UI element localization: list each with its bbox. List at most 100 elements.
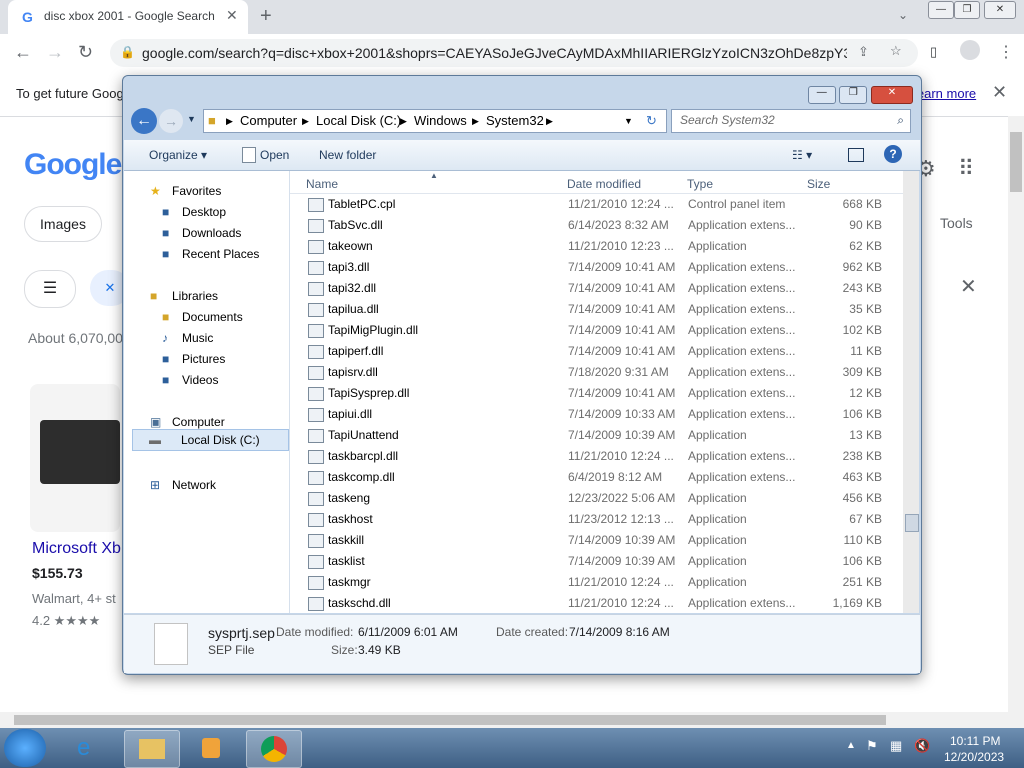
media-player-icon[interactable] — [184, 730, 238, 766]
file-row[interactable]: TabSvc.dll 6/14/2023 8:32 AM Application e… — [290, 215, 890, 236]
nav-network[interactable]: Network — [172, 478, 216, 492]
breadcrumb-computer[interactable]: Computer — [240, 113, 297, 128]
address-dropdown-icon[interactable]: ▼ — [624, 116, 633, 126]
chrome-menu-icon[interactable]: ⋮ — [998, 42, 1014, 62]
search-icon[interactable]: ⌕ — [897, 113, 904, 128]
file-name[interactable]: taskkill — [328, 533, 364, 547]
nav-videos[interactable]: Videos — [182, 373, 218, 387]
file-row[interactable]: tapiui.dll 7/14/2009 10:33 AM Application … — [290, 404, 890, 425]
window-close-button[interactable]: ✕ — [984, 1, 1016, 19]
nav-recent-places[interactable]: Recent Places — [182, 247, 259, 261]
file-list-scrollbar-thumb[interactable] — [905, 514, 919, 532]
forward-arrow-icon[interactable]: → — [46, 42, 64, 63]
file-name[interactable]: tapisrv.dll — [328, 365, 378, 379]
file-name[interactable]: tapi32.dll — [328, 281, 376, 295]
file-name[interactable]: tasklist — [328, 554, 365, 568]
file-name[interactable]: TapiUnattend — [328, 428, 399, 442]
file-row[interactable]: TapiMigPlugin.dll 7/14/2009 10:41 AM Appli… — [290, 320, 890, 341]
breadcrumb-system32[interactable]: System32 — [486, 113, 544, 128]
file-row[interactable]: tapiperf.dll 7/14/2009 10:41 AM Applicatio… — [290, 341, 890, 362]
file-list-scrollbar[interactable] — [903, 171, 919, 613]
file-row[interactable]: taskmgr 11/21/2010 12:24 ... Application 25… — [290, 572, 890, 593]
filter-sliders-icon[interactable]: ☰ — [24, 270, 76, 308]
nav-music[interactable]: Music — [182, 331, 213, 345]
nav-computer[interactable]: Computer — [172, 415, 225, 429]
file-name[interactable]: TapiMigPlugin.dll — [328, 323, 418, 337]
breadcrumb-chevron-icon[interactable]: ▶ — [226, 116, 233, 127]
refresh-icon[interactable]: ↻ — [646, 113, 657, 129]
file-name[interactable]: tapiperf.dll — [328, 344, 383, 358]
window-restore-button[interactable]: ❐ — [954, 1, 980, 19]
recent-pages-chevron-icon[interactable]: ▼ — [187, 114, 196, 124]
file-name[interactable]: taskschd.dll — [328, 596, 391, 610]
breadcrumb-windows[interactable]: Windows — [414, 113, 467, 128]
file-row[interactable]: TapiUnattend 7/14/2009 10:39 AM Applicatio… — [290, 425, 890, 446]
back-arrow-icon[interactable]: ← — [14, 42, 32, 63]
explorer-back-icon[interactable]: ← — [131, 108, 157, 134]
breadcrumb-chevron-icon[interactable]: ▶ — [546, 116, 553, 127]
images-chip[interactable]: Images — [24, 206, 102, 242]
page-scrollbar-thumb[interactable] — [1010, 132, 1022, 192]
start-button[interactable] — [4, 729, 46, 767]
file-name[interactable]: taskhost — [328, 512, 373, 526]
nav-documents[interactable]: Documents — [182, 310, 243, 324]
chrome-taskbar-icon[interactable] — [246, 730, 302, 768]
file-row[interactable]: taskbarcpl.dll 11/21/2010 12:24 ... Applic… — [290, 446, 890, 467]
panel-close-icon[interactable]: ✕ — [960, 274, 977, 299]
bookmark-star-icon[interactable]: ☆ — [890, 43, 902, 59]
nav-desktop[interactable]: Desktop — [182, 205, 226, 219]
file-name[interactable]: tapiui.dll — [328, 407, 372, 421]
open-button[interactable]: Open — [260, 148, 289, 162]
column-date-modified[interactable]: Date modified — [567, 177, 641, 191]
file-name[interactable]: tapi3.dll — [328, 260, 369, 274]
volume-muted-icon[interactable]: 🔇 — [914, 738, 930, 754]
product-title[interactable]: Microsoft Xb — [32, 540, 121, 558]
side-panel-icon[interactable]: ▯ — [930, 44, 937, 60]
new-tab-button[interactable]: + — [260, 5, 272, 28]
nav-favorites[interactable]: Favorites — [172, 184, 221, 198]
clock-time[interactable]: 10:11 PM — [950, 734, 1000, 748]
address-bar[interactable]: 🔒 google.com/search?q=disc+xbox+2001&sho… — [110, 39, 918, 67]
view-options-icon[interactable]: ☷ ▾ — [792, 148, 812, 162]
file-row[interactable]: taskkill 7/14/2009 10:39 AM Application 110… — [290, 530, 890, 551]
file-name[interactable]: taskeng — [328, 491, 370, 505]
column-type[interactable]: Type — [687, 177, 713, 191]
share-icon[interactable]: ⇪ — [858, 44, 869, 60]
nav-downloads[interactable]: Downloads — [182, 226, 241, 240]
infobar-close-icon[interactable]: ✕ — [992, 82, 1007, 103]
file-name[interactable]: taskmgr — [328, 575, 371, 589]
nav-local-disk-selected[interactable]: ▬ Local Disk (C:) — [132, 429, 289, 451]
file-row[interactable]: takeown 11/21/2010 12:23 ... Application 62… — [290, 236, 890, 257]
page-scrollbar[interactable] — [1008, 116, 1024, 712]
help-icon[interactable]: ? — [884, 145, 902, 163]
breadcrumb-local-disk[interactable]: Local Disk (C:) — [316, 113, 401, 128]
browser-tab[interactable]: G disc xbox 2001 - Google Search ✕ — [8, 0, 248, 34]
explorer-breadcrumb[interactable]: ■ ▶ Computer ▶ Local Disk (C:) ▶ Windows… — [203, 109, 667, 133]
explorer-forward-icon[interactable]: → — [159, 109, 183, 133]
internet-explorer-icon[interactable]: e — [62, 730, 116, 766]
file-name[interactable]: TabSvc.dll — [328, 218, 383, 232]
file-row[interactable]: taskhost 11/23/2012 12:13 ... Application 6… — [290, 509, 890, 530]
breadcrumb-chevron-icon[interactable]: ▶ — [472, 116, 479, 127]
column-size[interactable]: Size — [807, 177, 830, 191]
horizontal-scrollbar-thumb[interactable] — [14, 715, 886, 725]
explorer-search-input[interactable]: Search System32 ⌕ — [671, 109, 911, 133]
file-row[interactable]: tapi3.dll 7/14/2009 10:41 AM Application e… — [290, 257, 890, 278]
tab-close-icon[interactable]: ✕ — [226, 7, 238, 24]
file-row[interactable]: tasklist 7/14/2009 10:39 AM Application 106… — [290, 551, 890, 572]
preview-pane-icon[interactable] — [848, 148, 864, 162]
explorer-taskbar-icon[interactable] — [124, 730, 180, 768]
file-name[interactable]: taskcomp.dll — [328, 470, 395, 484]
nav-libraries[interactable]: Libraries — [172, 289, 218, 303]
file-row[interactable]: taskschd.dll 11/21/2010 12:24 ... Applicat… — [290, 593, 890, 614]
clock-date[interactable]: 12/20/2023 — [944, 750, 1004, 764]
tools-button[interactable]: Tools — [940, 215, 973, 231]
file-row[interactable]: TabletPC.cpl 11/21/2010 12:24 ... Control … — [290, 194, 890, 215]
google-logo[interactable]: Google — [24, 148, 122, 182]
explorer-close-button[interactable]: ✕ — [871, 86, 913, 104]
learn-more-link[interactable]: learn more — [914, 86, 976, 101]
action-center-flag-icon[interactable]: ⚑ — [866, 738, 878, 754]
network-tray-icon[interactable]: ▦ — [890, 738, 902, 754]
profile-avatar-icon[interactable] — [960, 40, 980, 60]
file-row[interactable]: taskcomp.dll 6/4/2019 8:12 AM Application … — [290, 467, 890, 488]
